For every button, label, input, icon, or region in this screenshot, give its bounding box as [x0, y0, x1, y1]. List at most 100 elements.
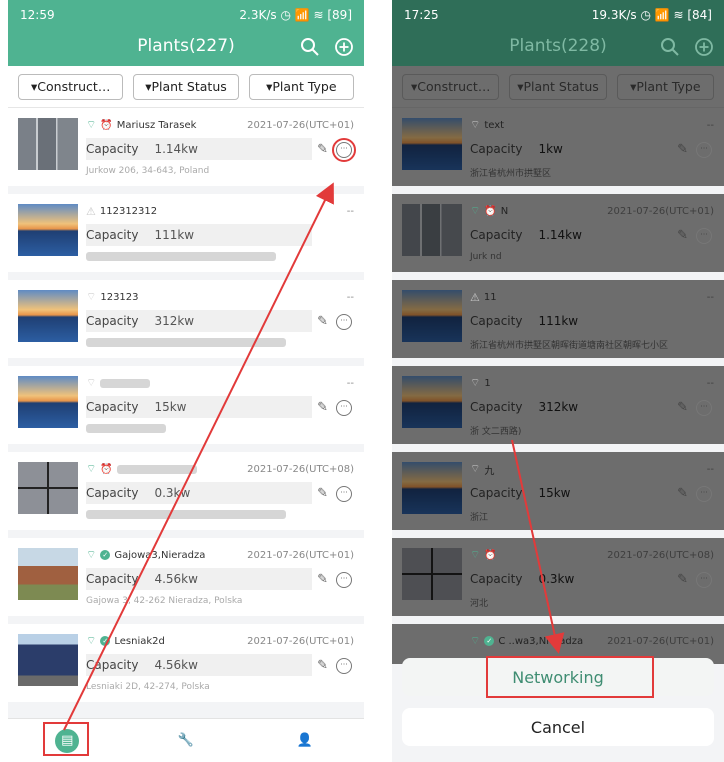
plant-address: 浙江省杭州市拱墅区朝晖街道塘南社区朝晖七小区 — [470, 341, 669, 351]
plant-card[interactable]: ⌔ 123123 -- Capacity 312kw ✎ ··· — [8, 280, 364, 358]
filter-plant-type[interactable]: ▾ Plant Type — [248, 73, 354, 100]
edit-icon[interactable]: ✎ — [317, 486, 328, 502]
plant-thumbnail — [402, 548, 462, 600]
filter-plant-type[interactable]: ▾ Plant Type — [616, 73, 714, 100]
plant-card[interactable]: ⌔ text -- Capacity 1kw 浙江省杭州市拱墅区 ✎ ··· — [392, 108, 724, 186]
search-icon[interactable] — [660, 37, 680, 57]
plant-thumbnail — [18, 376, 78, 428]
add-plant-icon[interactable] — [694, 37, 714, 57]
plant-name: 123123 — [100, 291, 139, 303]
capacity-value: 1.14kw — [154, 142, 198, 156]
plant-card[interactable]: ⌔ 九 -- Capacity 15kw 浙江 ✎ ··· — [392, 452, 724, 530]
plant-name: C ..wa3,Nieradza — [498, 635, 584, 647]
plant-thumbnail — [18, 204, 78, 256]
no-device-icon: ⚠ — [86, 204, 96, 218]
capacity-value: 4.56kw — [154, 658, 198, 672]
plant-card[interactable]: ⚠ 11 -- Capacity 111kw 浙江省杭州市拱墅区朝晖街道塘南社区朝晖七… — [392, 280, 724, 358]
plant-card[interactable]: ⌔ ⏰ Mariusz Tarasek 2021-07-26(UTC+01) C… — [8, 108, 364, 186]
capacity-row: Capacity 4.56kw — [86, 654, 312, 676]
add-plant-icon[interactable] — [334, 37, 354, 57]
alarm-icon: ⏰ — [100, 463, 113, 475]
plant-header: ⌔ text -- — [470, 118, 714, 132]
capacity-row: Capacity 0.3kw — [470, 568, 680, 590]
plant-date: 2021-07-26(UTC+01) — [247, 635, 354, 647]
edit-icon[interactable]: ✎ — [317, 400, 328, 416]
wrench-icon[interactable]: 🔧 — [174, 729, 198, 753]
more-options-icon[interactable]: ··· — [696, 486, 712, 502]
edit-icon[interactable]: ✎ — [677, 400, 688, 416]
plant-card[interactable]: ⌔ ✓ Lesniak2d 2021-07-26(UTC+01) Capacit… — [8, 624, 364, 702]
more-options-icon[interactable]: ··· — [336, 486, 352, 502]
more-options-icon[interactable]: ··· — [696, 572, 712, 588]
more-options-icon[interactable]: ··· — [696, 400, 712, 416]
capacity-label: Capacity — [86, 572, 139, 586]
capacity-value: 4.56kw — [154, 572, 198, 586]
plant-thumbnail — [18, 462, 78, 514]
plant-header: ⌔ 123123 -- — [86, 290, 354, 304]
edit-icon[interactable]: ✎ — [677, 228, 688, 244]
edit-icon[interactable]: ✎ — [317, 314, 328, 330]
blurred-address — [86, 510, 286, 519]
edit-icon[interactable]: ✎ — [677, 572, 688, 588]
wifi-icon: ⌔ — [470, 376, 481, 389]
plant-address — [86, 338, 286, 350]
plant-header: ⌔ ✓ Lesniak2d 2021-07-26(UTC+01) — [86, 634, 354, 648]
plant-thumbnail — [402, 376, 462, 428]
wifi-icon: ⌔ — [86, 290, 97, 303]
filter-label: Plant Status — [151, 79, 227, 94]
more-options-icon[interactable]: ··· — [332, 138, 356, 162]
plant-actions: ✎ ··· — [317, 400, 352, 416]
capacity-row: Capacity 15kw — [470, 482, 680, 504]
status-time: 12:59 — [20, 8, 55, 22]
user-icon[interactable]: 👤 — [293, 729, 317, 753]
plant-header: ⌔ -- — [86, 376, 354, 390]
filter-plant-status[interactable]: ▾ Plant Status — [133, 73, 239, 100]
edit-icon[interactable]: ✎ — [317, 572, 328, 588]
plant-card[interactable]: ⌔ ✓ Gajowa3,Nieradza 2021-07-26(UTC+01) … — [8, 538, 364, 616]
filter-label: Plant Type — [272, 79, 337, 94]
filter-construction[interactable]: ▾ Construct… — [18, 73, 124, 100]
plant-address — [86, 424, 166, 436]
plant-name: text — [484, 119, 505, 131]
capacity-label: Capacity — [470, 228, 523, 242]
filter-label: Construct… — [37, 79, 111, 94]
capacity-row: Capacity 4.56kw — [86, 568, 312, 590]
filter-label: Plant Status — [523, 79, 599, 94]
plant-card[interactable]: ⌔ ⏰ 2021-07-26(UTC+08) Capacity 0.3kw ✎ ··… — [8, 452, 364, 530]
plant-card[interactable]: ⌔ ⏰ N 2021-07-26(UTC+01) Capacity 1.14kw Jur… — [392, 194, 724, 272]
capacity-value: 15kw — [154, 400, 187, 414]
more-options-icon[interactable]: ··· — [336, 658, 352, 674]
plant-card[interactable]: ⚠ 112312312 -- Capacity 111kw — [8, 194, 364, 272]
search-icon[interactable] — [300, 37, 320, 57]
edit-icon[interactable]: ✎ — [677, 486, 688, 502]
plant-card[interactable]: ⌔ ⏰ 2021-07-26(UTC+08) Capacity 0.3kw 河北 ✎ ·… — [392, 538, 724, 616]
alarm-icon: ⏰ — [100, 119, 113, 131]
plant-address: 浙江 — [470, 513, 489, 523]
wifi-icon: ⌔ — [470, 118, 481, 131]
plant-actions: ✎ ··· — [677, 142, 712, 158]
more-options-icon[interactable]: ··· — [336, 314, 352, 330]
cancel-button[interactable]: Cancel — [402, 708, 714, 746]
edit-icon[interactable]: ✎ — [317, 658, 328, 674]
capacity-value: 111kw — [154, 228, 195, 242]
status-time: 17:25 — [404, 8, 439, 22]
plant-actions: ✎ ··· — [317, 572, 352, 588]
plant-date: 2021-07-26(UTC+01) — [607, 205, 714, 217]
capacity-label: Capacity — [470, 400, 523, 414]
filter-plant-status[interactable]: ▾ Plant Status — [509, 73, 607, 100]
capacity-row: Capacity 111kw — [86, 224, 312, 246]
capacity-label: Capacity — [86, 400, 139, 414]
more-options-icon[interactable]: ··· — [336, 572, 352, 588]
more-options-icon[interactable]: ··· — [336, 400, 352, 416]
filter-construction[interactable]: ▾ Construct… — [402, 73, 500, 100]
plant-card[interactable]: ⌔ -- Capacity 15kw ✎ ··· — [8, 366, 364, 444]
plant-header: ⌔ ⏰ 2021-07-26(UTC+08) — [86, 462, 354, 476]
edit-icon[interactable]: ✎ — [677, 142, 688, 158]
plant-card[interactable]: ⌔ 1 -- Capacity 312kw 浙 文二西路) ✎ ··· — [392, 366, 724, 444]
plant-date: -- — [706, 119, 714, 131]
more-options-icon[interactable]: ··· — [696, 228, 712, 244]
plant-name: Mariusz Tarasek — [116, 119, 197, 131]
edit-icon[interactable]: ✎ — [317, 142, 328, 158]
more-options-icon[interactable]: ··· — [696, 142, 712, 158]
plant-actions: ✎ ··· — [317, 314, 352, 330]
